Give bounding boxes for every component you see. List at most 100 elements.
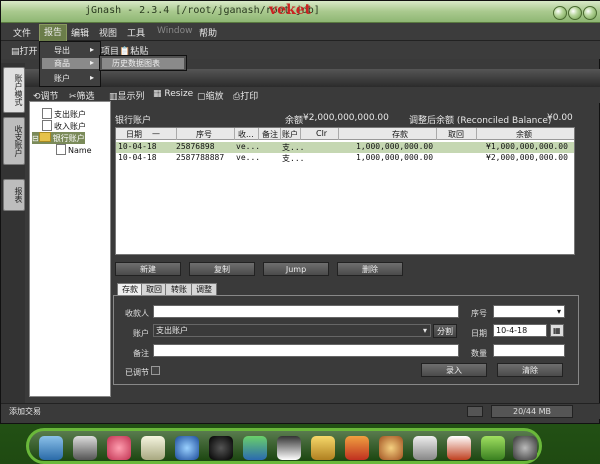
- table-row[interactable]: 10-04-18 25876898 ve... 支... 1,000,000,0…: [116, 142, 574, 153]
- clear-button[interactable]: 清除: [497, 363, 563, 377]
- register-table[interactable]: 日期 — 序号 收... 备注 账户 Clr 存款 取回 余额 10-04-18…: [115, 127, 575, 255]
- menu-item-accounts[interactable]: 账户: [54, 73, 70, 84]
- column-divider: [234, 128, 235, 140]
- memo-field[interactable]: [153, 344, 459, 357]
- zoom-button[interactable]: ▢缩放: [197, 89, 224, 102]
- memory-indicator[interactable]: 20/44 MB: [491, 405, 573, 418]
- tab-reports[interactable]: 报表: [3, 179, 25, 211]
- open-button[interactable]: ▤打开: [11, 44, 38, 57]
- col-date[interactable]: 日期: [126, 129, 142, 140]
- status-indicator: [467, 406, 483, 417]
- menu-help[interactable]: 帮助: [199, 26, 217, 39]
- tab-accounts[interactable]: 账户模式: [3, 67, 25, 113]
- pig-icon[interactable]: [107, 436, 131, 460]
- column-divider: [176, 128, 177, 140]
- resize-button[interactable]: ▦ Resize: [153, 89, 193, 99]
- duplicate-button[interactable]: 复制: [189, 262, 255, 276]
- tree-item-name[interactable]: Name: [56, 144, 92, 155]
- globe-icon[interactable]: [175, 436, 199, 460]
- col-balance[interactable]: 余额: [516, 129, 532, 140]
- minimize-button[interactable]: [553, 6, 567, 20]
- menu-edit[interactable]: 编辑: [71, 26, 89, 39]
- menu-tools[interactable]: 工具: [127, 26, 145, 39]
- account-value: 支出账户: [156, 326, 188, 335]
- col-withdrawal[interactable]: 取回: [448, 129, 464, 140]
- menu-file[interactable]: 文件: [13, 26, 31, 39]
- number-field[interactable]: ▾: [493, 305, 565, 318]
- menu-view[interactable]: 视图: [99, 26, 117, 39]
- status-message: 添加交易: [9, 407, 41, 416]
- calendar-icon[interactable]: ▦: [550, 324, 564, 337]
- column-divider: [258, 128, 259, 140]
- menu-report[interactable]: 报告: [39, 24, 68, 42]
- webcam-icon[interactable]: [513, 436, 537, 460]
- image-icon[interactable]: [345, 436, 369, 460]
- palette-icon[interactable]: [379, 436, 403, 460]
- monitor-icon[interactable]: [73, 436, 97, 460]
- col-deposit[interactable]: 存款: [392, 129, 408, 140]
- cell-payee: ve...: [236, 142, 261, 151]
- column-divider: [436, 128, 437, 140]
- drive-icon[interactable]: [39, 436, 63, 460]
- document-icon[interactable]: [311, 436, 335, 460]
- menu-item-history-chart[interactable]: 历史数据图表: [102, 58, 184, 69]
- menu-item-export[interactable]: 导出: [54, 45, 70, 56]
- dock-bar: [26, 428, 542, 464]
- tree-item-bank[interactable]: ⊟ 银行账户: [32, 132, 85, 144]
- tab-income-expense[interactable]: 收支账户: [3, 117, 25, 165]
- open-label: 打开: [19, 47, 38, 57]
- account-select[interactable]: 支出账户 ▾: [153, 324, 431, 337]
- cell-account: 支...: [282, 143, 305, 152]
- cell-balance: ¥1,000,000,000.00: [486, 142, 568, 151]
- jump-button[interactable]: Jump: [263, 262, 329, 276]
- enter-button[interactable]: 录入: [421, 363, 487, 377]
- cell-payee: ve...: [236, 153, 261, 162]
- penguin-icon[interactable]: [277, 436, 301, 460]
- tree-item-label: 收入账户: [54, 122, 86, 131]
- title-bar[interactable]: jGnash - 2.3.4 [/root/jganash/root.jdb] …: [1, 1, 600, 23]
- new-button[interactable]: 新建: [115, 262, 181, 276]
- usb-icon[interactable]: [413, 436, 437, 460]
- reconciled-checkbox[interactable]: [151, 366, 160, 375]
- table-row[interactable]: 10-04-18 2587788887 ve... 支... 1,000,000…: [116, 153, 574, 164]
- notepad-icon[interactable]: [141, 436, 165, 460]
- columns-button[interactable]: ▥显示列: [109, 89, 145, 102]
- date-label: 日期: [471, 329, 487, 338]
- users-icon[interactable]: [243, 436, 267, 460]
- amount-field[interactable]: [493, 344, 565, 357]
- tree-item-income[interactable]: 收入账户: [42, 120, 86, 132]
- col-number[interactable]: 序号: [196, 129, 212, 140]
- chevron-down-icon: ▾: [422, 326, 427, 335]
- print-label: 打印: [240, 92, 259, 102]
- image2-icon[interactable]: [447, 436, 471, 460]
- column-divider: [280, 128, 281, 140]
- application-window: jGnash - 2.3.4 [/root/jganash/root.jdb] …: [0, 0, 600, 424]
- register-header: 日期 — 序号 收... 备注 账户 Clr 存款 取回 余额: [116, 128, 574, 140]
- columns-label: 显示列: [117, 92, 145, 102]
- account-label: 账户: [133, 329, 149, 338]
- delete-button[interactable]: 删除: [337, 262, 403, 276]
- column-divider: [476, 128, 477, 140]
- menu-window[interactable]: Window: [157, 26, 193, 36]
- close-button[interactable]: [583, 6, 597, 20]
- tree-item-expense[interactable]: 支出账户: [42, 108, 86, 120]
- date-field[interactable]: 10-4-18: [493, 324, 547, 337]
- sort-indicator: —: [152, 129, 160, 138]
- col-payee[interactable]: 收...: [238, 129, 254, 140]
- col-clr[interactable]: Clr: [316, 129, 327, 138]
- cell-date: 10-04-18: [118, 153, 157, 162]
- split-button[interactable]: 分割: [433, 324, 457, 338]
- print-button[interactable]: ⎙打印: [233, 89, 258, 102]
- commodities-submenu: 历史数据图表: [99, 55, 187, 71]
- balance-value: ¥2,000,000,000.00: [303, 113, 389, 123]
- col-account[interactable]: 账户: [282, 129, 298, 140]
- media-icon[interactable]: [209, 436, 233, 460]
- reconciled-value: ¥0.00: [547, 113, 573, 123]
- payee-field[interactable]: [153, 305, 459, 318]
- account-tree[interactable]: 支出账户 收入账户 ⊟ 银行账户 Name: [29, 101, 111, 397]
- maximize-button[interactable]: [568, 6, 582, 20]
- help-icon[interactable]: [481, 436, 505, 460]
- col-memo[interactable]: 备注: [262, 129, 278, 140]
- column-divider: [338, 128, 339, 140]
- cell-account: 支...: [282, 154, 305, 163]
